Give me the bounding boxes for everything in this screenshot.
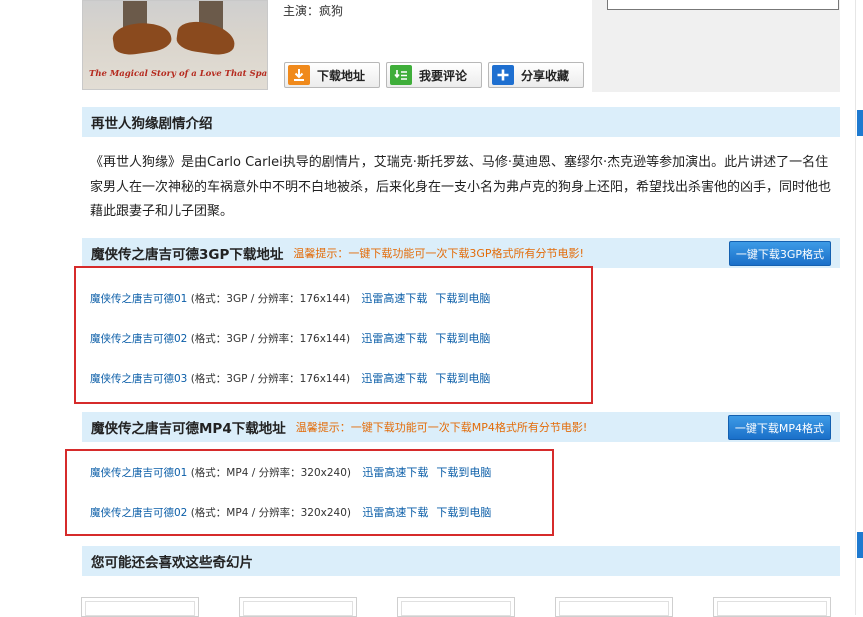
episode-link[interactable]: 魔侠传之唐吉可德02 [90, 507, 187, 519]
episode-link[interactable]: 魔侠传之唐吉可德01 [90, 467, 187, 479]
related-section-header: 您可能还会喜欢这些奇幻片 [82, 546, 840, 576]
thumbnail-frame [559, 601, 669, 616]
related-thumbnail[interactable] [555, 597, 673, 617]
section-3gp-header: 魔侠传之唐吉可德3GP下载地址 温馨提示：一键下载功能可一次下载3GP格式所有分… [82, 238, 840, 268]
related-thumbnail[interactable] [397, 597, 515, 617]
side-panel [592, 0, 840, 92]
related-thumbnail[interactable] [713, 597, 831, 617]
thunder-download-link[interactable]: 迅雷高速下载 [361, 332, 427, 345]
thumbnail-frame [401, 601, 511, 616]
plot-section-title: 再世人狗缘剧情介绍 [91, 116, 213, 132]
highlight-box-mp4 [65, 449, 554, 536]
section-3gp-tip: 温馨提示：一键下载功能可一次下载3GP格式所有分节电影! [293, 247, 584, 260]
onekey-mp4-button[interactable]: 一键下载MP4格式 [727, 415, 831, 440]
episode-meta: (格式：MP4 / 分辨率：320x240) [187, 467, 355, 479]
starring-label: 主演： [283, 4, 320, 18]
download-to-pc-link[interactable]: 下载到电脑 [435, 332, 490, 345]
download-row: 魔侠传之唐吉可德03 (格式：3GP / 分辨率：176x144) 迅雷高速下载… [90, 370, 490, 386]
episode-meta: (格式：3GP / 分辨率：176x144) [187, 293, 354, 305]
thumbnail-frame [243, 601, 353, 616]
download-to-pc-link[interactable]: 下载到电脑 [435, 372, 490, 385]
download-address-button[interactable]: 下载地址 [284, 62, 380, 88]
thunder-download-link[interactable]: 迅雷高速下载 [362, 506, 428, 519]
comment-label: 我要评论 [419, 68, 468, 83]
download-to-pc-link[interactable]: 下载到电脑 [436, 506, 491, 519]
section-mp4-tip: 温馨提示：一键下载功能可一次下载MP4格式所有分节电影! [295, 421, 588, 434]
download-row: 魔侠传之唐吉可德01 (格式：3GP / 分辨率：176x144) 迅雷高速下载… [90, 290, 490, 306]
download-row: 魔侠传之唐吉可德02 (格式：3GP / 分辨率：176x144) 迅雷高速下载… [90, 330, 490, 346]
download-address-label: 下载地址 [317, 68, 366, 83]
download-row: 魔侠传之唐吉可德01 (格式：MP4 / 分辨率：320x240) 迅雷高速下载… [90, 464, 491, 480]
plus-icon [492, 65, 514, 85]
download-to-pc-link[interactable]: 下载到电脑 [436, 466, 491, 479]
related-thumbnail[interactable] [239, 597, 357, 617]
related-thumbnail[interactable] [81, 597, 199, 617]
share-favorite-button[interactable]: 分享收藏 [488, 62, 584, 88]
download-to-pc-link[interactable]: 下载到电脑 [435, 292, 490, 305]
thunder-download-link[interactable]: 迅雷高速下载 [361, 292, 427, 305]
plot-section-header: 再世人狗缘剧情介绍 [82, 107, 840, 137]
episode-link[interactable]: 魔侠传之唐吉可德03 [90, 373, 187, 385]
episode-link[interactable]: 魔侠传之唐吉可德02 [90, 333, 187, 345]
comment-icon [390, 65, 412, 85]
page-edge-line [855, 0, 856, 615]
thumbnail-frame [717, 601, 827, 616]
starring-value: 疯狗 [319, 4, 344, 18]
episode-meta: (格式：MP4 / 分辨率：320x240) [187, 507, 355, 519]
episode-link[interactable]: 魔侠传之唐吉可德01 [90, 293, 187, 305]
related-section-title: 您可能还会喜欢这些奇幻片 [91, 555, 253, 571]
starring-line: 主演：疯狗 [283, 2, 343, 19]
download-row: 魔侠传之唐吉可德02 (格式：MP4 / 分辨率：320x240) 迅雷高速下载… [90, 504, 491, 520]
edge-tab-2[interactable] [857, 532, 863, 558]
section-3gp-title: 魔侠传之唐吉可德3GP下载地址 [91, 247, 284, 263]
section-mp4-header: 魔侠传之唐吉可德MP4下载地址 温馨提示：一键下载功能可一次下载MP4格式所有分… [82, 412, 840, 442]
download-icon [288, 65, 310, 85]
movie-poster[interactable]: The Magical Story of a Love That Spans L… [82, 0, 268, 90]
poster-shoe [111, 19, 173, 57]
thumbnail-frame [85, 601, 195, 616]
episode-meta: (格式：3GP / 分辨率：176x144) [187, 333, 354, 345]
onekey-3gp-button[interactable]: 一键下载3GP格式 [728, 241, 831, 266]
edge-tab-1[interactable] [857, 110, 863, 136]
plot-text: 《再世人狗缘》是由Carlo Carlei执导的剧情片，艾瑞克·斯托罗兹、马修·… [90, 155, 832, 219]
poster-tagline: The Magical Story of a Love That Spans L… [89, 69, 268, 79]
poster-shoe [175, 19, 237, 57]
thunder-download-link[interactable]: 迅雷高速下载 [361, 372, 427, 385]
side-search-box[interactable] [607, 0, 839, 10]
thunder-download-link[interactable]: 迅雷高速下载 [362, 466, 428, 479]
comment-button[interactable]: 我要评论 [386, 62, 482, 88]
section-mp4-title: 魔侠传之唐吉可德MP4下载地址 [91, 421, 286, 437]
episode-meta: (格式：3GP / 分辨率：176x144) [187, 373, 354, 385]
share-favorite-label: 分享收藏 [521, 68, 570, 83]
